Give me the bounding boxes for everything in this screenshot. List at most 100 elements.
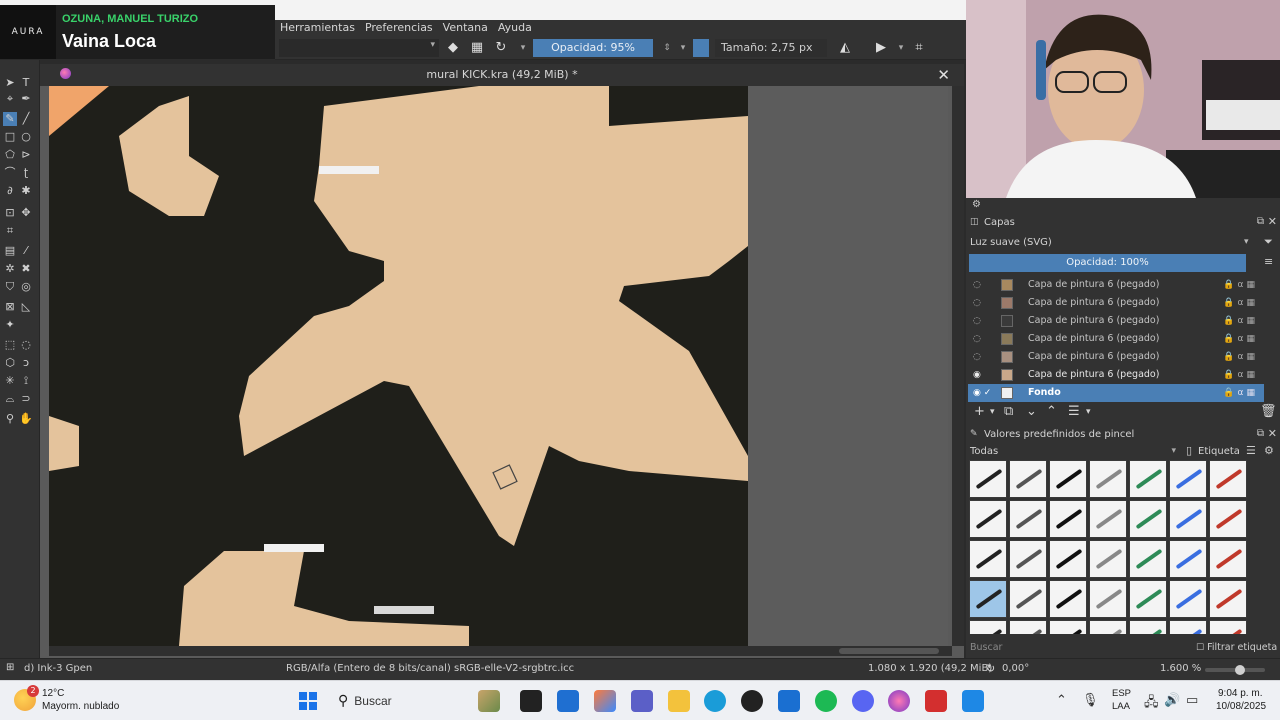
scroll-thumb[interactable] <box>839 648 939 654</box>
horizontal-scrollbar[interactable] <box>49 646 952 656</box>
float-icon[interactable]: ⧉ <box>1257 216 1264 227</box>
mirror-horizontal-icon[interactable]: ◭ <box>837 40 853 56</box>
polyline-tool-icon[interactable]: ⊳ <box>19 148 33 162</box>
brush-preset-tile[interactable] <box>1129 540 1167 578</box>
wrap-around-icon[interactable]: ⌗ <box>911 40 927 56</box>
multibrush-icon[interactable]: ✱ <box>19 184 33 198</box>
krita-icon[interactable] <box>888 690 910 712</box>
opacity-slider[interactable]: Opacidad: 95% <box>533 39 653 57</box>
brush-preset-tile[interactable] <box>1209 580 1247 618</box>
chevron-up-icon[interactable]: ⌃ <box>1056 693 1067 708</box>
layer-lock-icons[interactable]: 🔒α▦ <box>1223 312 1258 330</box>
brush-filter-select[interactable]: Todas ▾ <box>970 446 1176 457</box>
close-icon[interactable]: ✕ <box>1268 215 1277 228</box>
github-icon[interactable] <box>741 690 763 712</box>
colorize-mask-icon[interactable]: ✖ <box>19 262 33 276</box>
brush-preset-tile[interactable] <box>1049 460 1087 498</box>
brush-preset-tile[interactable] <box>969 620 1007 634</box>
brush-preset-tile[interactable] <box>1169 620 1207 634</box>
view-mode-icon[interactable]: ☰ <box>1246 444 1256 457</box>
brush-preset-tile[interactable] <box>1009 500 1047 538</box>
rectangle-tool-icon[interactable]: □ <box>3 130 17 144</box>
status-zoom[interactable]: 1.600 % <box>1160 663 1201 674</box>
smart-patch-icon[interactable]: ✲ <box>3 262 17 276</box>
move-down-icon[interactable]: ⌄ <box>1026 404 1037 419</box>
menu-preferencias[interactable]: Preferencias <box>360 20 438 36</box>
layer-lock-icons[interactable]: 🔒α▦ <box>1223 330 1258 348</box>
preset-combo[interactable]: ▾ <box>279 39 439 57</box>
eraser-icon[interactable]: ◆ <box>445 40 461 56</box>
vertical-scrollbar[interactable] <box>952 86 964 646</box>
ellipse-tool-icon[interactable]: ○ <box>19 130 33 144</box>
windows-start-icon[interactable] <box>299 692 317 710</box>
brush-preset-tile[interactable] <box>1089 500 1127 538</box>
zoom-slider-knob[interactable] <box>1235 665 1245 675</box>
bezier-tool-icon[interactable]: ⌒ <box>3 166 17 180</box>
teams-icon[interactable] <box>631 690 653 712</box>
layer-lock-icons[interactable]: 🔒α▦ <box>1223 294 1258 312</box>
menu-ayuda[interactable]: Ayuda <box>493 20 537 36</box>
freehand-path-icon[interactable]: ʈ <box>19 166 33 180</box>
edit-shapes-icon[interactable]: ⌖ <box>3 92 17 106</box>
status-rotation[interactable]: 0,00° <box>1002 663 1029 674</box>
layer-row-selected[interactable]: ◉ ✓ Fondo 🔒α▦ <box>968 384 1264 402</box>
brush-preset-tile[interactable] <box>1049 500 1087 538</box>
blend-mode-select[interactable]: Luz suave (SVG) <box>970 235 1252 251</box>
brush-preset-tile[interactable] <box>1129 580 1167 618</box>
fill-tool-icon[interactable]: ⛉ <box>3 280 17 294</box>
weather-description[interactable]: Mayorm. nublado <box>42 701 119 712</box>
brush-preset-tile[interactable] <box>1089 540 1127 578</box>
brush-preset-tile[interactable] <box>1209 620 1247 634</box>
volume-icon[interactable]: 🔊 <box>1164 693 1180 708</box>
brush-preset-tile[interactable] <box>1209 500 1247 538</box>
copilot-icon[interactable] <box>594 690 616 712</box>
discord-icon[interactable] <box>852 690 874 712</box>
layer-row[interactable]: ◌ Capa de pintura 6 (pegado) 🔒α▦ <box>968 294 1264 312</box>
size-swatch[interactable] <box>693 39 709 57</box>
task-view-icon[interactable] <box>520 690 542 712</box>
polygon-select-icon[interactable]: ⬡ <box>3 356 17 370</box>
move-tool-icon[interactable]: ✥ <box>19 206 33 220</box>
layer-row[interactable]: ◌ Capa de pintura 6 (pegado) 🔒α▦ <box>968 348 1264 366</box>
menu-icon[interactable]: ≡ <box>1264 255 1273 268</box>
brush-preset-icon[interactable]: ⊞ <box>6 662 14 673</box>
brush-preset-tile[interactable] <box>969 500 1007 538</box>
menu-ventana[interactable]: Ventana <box>438 20 493 36</box>
spotify-icon[interactable] <box>815 690 837 712</box>
brush-preset-tile[interactable] <box>969 460 1007 498</box>
paint-icon[interactable] <box>962 690 984 712</box>
brush-preset-tile[interactable] <box>969 540 1007 578</box>
brush-preset-tile[interactable] <box>1129 620 1167 634</box>
file-explorer-icon[interactable] <box>668 690 690 712</box>
calligraphy-icon[interactable]: ✒ <box>19 92 33 106</box>
alpha-lock-icon[interactable]: ▦ <box>469 40 485 56</box>
duplicate-layer-icon[interactable]: ⧉ <box>1004 404 1013 419</box>
brush-preset-tile[interactable] <box>1009 580 1047 618</box>
visibility-off-icon[interactable]: ◌ <box>973 330 981 348</box>
network-icon[interactable]: 🖧 <box>1144 693 1159 715</box>
brush-preset-tile[interactable] <box>1089 580 1127 618</box>
weather-temperature[interactable]: 12°C <box>42 688 64 699</box>
brush-preset-tile[interactable] <box>1169 460 1207 498</box>
move-up-icon[interactable]: ⌃ <box>1046 404 1057 419</box>
visibility-off-icon[interactable]: ◌ <box>973 276 981 294</box>
zoom-slider[interactable] <box>1205 665 1265 675</box>
brush-preset-tile[interactable] <box>1049 620 1087 634</box>
size-slider[interactable]: Tamaño: 2,75 px <box>715 39 827 57</box>
zoom-tool-icon[interactable]: ⚲ <box>3 412 17 426</box>
delete-layer-icon[interactable]: 🗑 <box>1260 404 1277 419</box>
blend-dropdown-icon[interactable]: ▾ <box>515 40 531 56</box>
clock-time[interactable]: 9:04 p. m. <box>1218 688 1262 699</box>
tag-label[interactable]: Etiqueta <box>1198 446 1240 457</box>
taskbar-search[interactable]: ⚲ Buscar <box>332 687 482 715</box>
select-shapes-icon[interactable]: ➤ <box>3 76 17 90</box>
brush-preset-tile[interactable] <box>1089 460 1127 498</box>
polygon-tool-icon[interactable]: ⬠ <box>3 148 17 162</box>
vscode-icon[interactable] <box>778 690 800 712</box>
layer-row[interactable]: ◌ Capa de pintura 6 (pegado) 🔒α▦ <box>968 312 1264 330</box>
rect-select-icon[interactable]: ⬚ <box>3 338 17 352</box>
brush-preset-tile[interactable] <box>1089 620 1127 634</box>
brush-preset-tile[interactable] <box>1129 500 1167 538</box>
brush-preset-tile[interactable] <box>1009 460 1047 498</box>
brush-preset-tile[interactable] <box>1209 460 1247 498</box>
